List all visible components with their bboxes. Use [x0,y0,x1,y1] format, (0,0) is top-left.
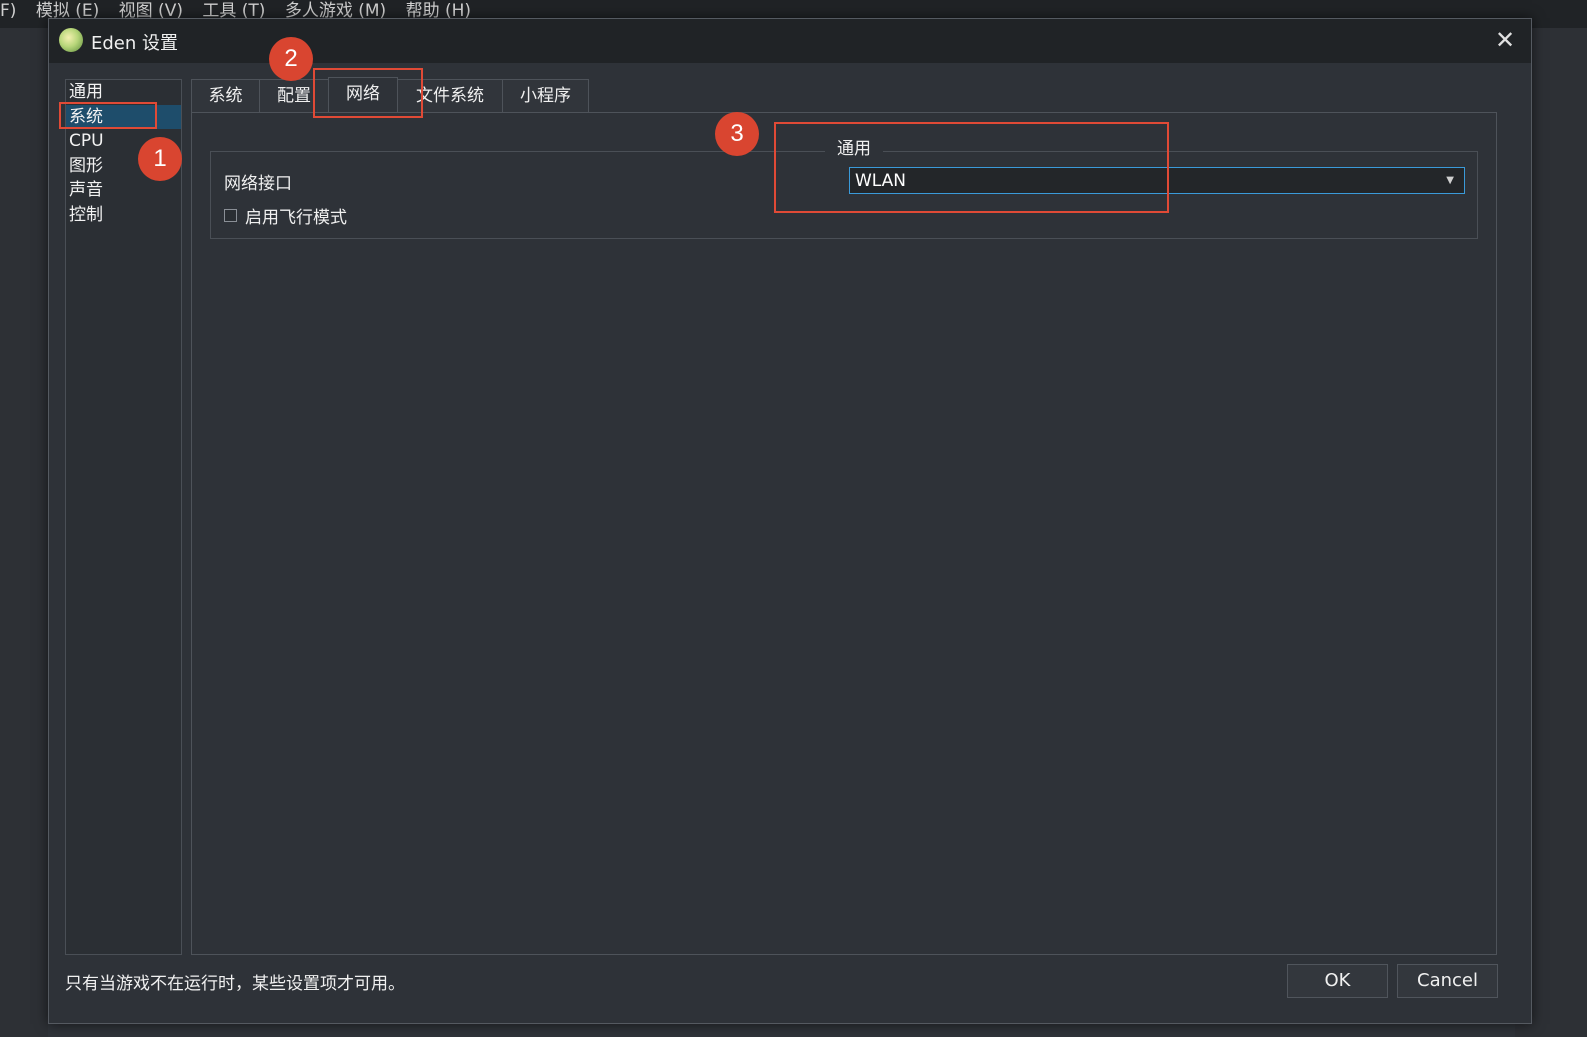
settings-dialog: Eden 设置 ✕ 通用 系统 CPU 图形 声音 控制 系统 配置 网络 文件… [48,18,1532,1024]
cancel-button[interactable]: Cancel [1397,964,1498,998]
menu-item-file[interactable]: F) [0,1,16,21]
tab-filesystem[interactable]: 文件系统 [397,79,503,113]
eden-app-icon [59,28,83,52]
chevron-down-icon: ▼ [1446,175,1454,186]
network-interface-label: 网络接口 [224,174,292,194]
footer-note: 只有当游戏不在运行时，某些设置项才可用。 [65,974,405,994]
network-interface-dropdown[interactable]: WLAN ▼ [849,167,1465,194]
category-item-general[interactable]: 通用 [66,80,181,105]
airplane-mode-checkbox[interactable] [224,209,237,222]
ok-button[interactable]: OK [1287,964,1388,998]
background-window-left [0,28,48,1037]
category-list: 通用 系统 CPU 图形 声音 控制 [65,79,182,955]
groupbox-title: 通用 [825,134,883,159]
airplane-mode-label[interactable]: 启用飞行模式 [245,203,347,228]
general-groupbox: 通用 网络接口 启用飞行模式 WLAN ▼ [210,134,1478,239]
dialog-title: Eden 设置 [91,33,179,54]
tab-applets[interactable]: 小程序 [502,79,589,113]
network-tab-panel: 通用 网络接口 启用飞行模式 WLAN ▼ [191,112,1497,955]
category-item-system[interactable]: 系统 [66,104,181,129]
callout-badge-1: 1 [138,137,182,181]
category-item-audio[interactable]: 声音 [66,178,181,203]
category-item-controls[interactable]: 控制 [66,203,181,228]
callout-badge-2: 2 [269,37,313,81]
network-interface-value: WLAN [855,171,907,191]
tab-network[interactable]: 网络 [328,77,398,113]
callout-badge-3: 3 [715,112,759,156]
close-icon[interactable]: ✕ [1491,27,1519,55]
tab-system[interactable]: 系统 [191,79,260,113]
airplane-mode-row: 启用飞行模式 [224,203,347,228]
tab-profiles[interactable]: 配置 [259,79,329,113]
